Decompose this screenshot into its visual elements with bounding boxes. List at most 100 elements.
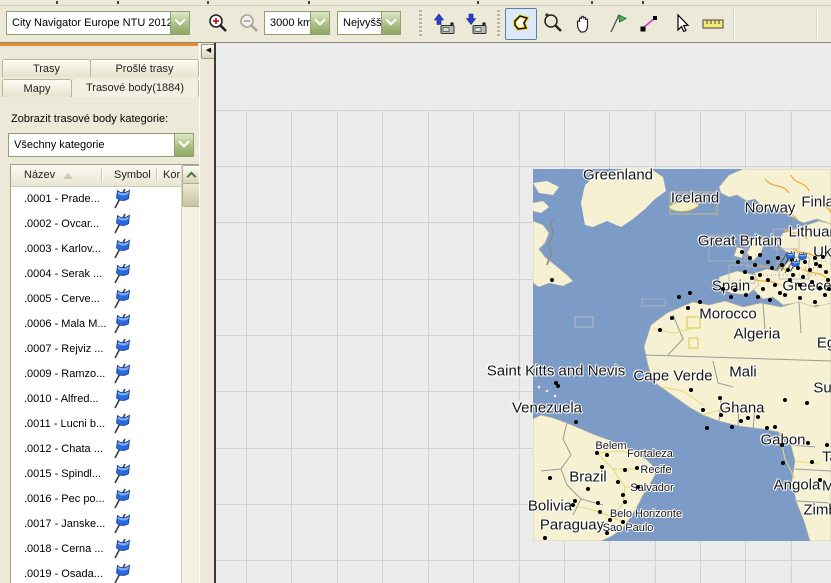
scale-select[interactable]: 3000 km (264, 11, 330, 35)
waypoint-dot[interactable] (788, 278, 792, 282)
waypoint-dot[interactable] (761, 287, 765, 291)
waypoint-dot[interactable] (689, 388, 693, 392)
waypoint-dot[interactable] (805, 401, 809, 405)
waypoint-list[interactable]: Název Symbol Kor .0001 - Prade....0002 -… (10, 164, 200, 583)
tab-trasy[interactable]: Trasy (2, 59, 91, 77)
waypoint-dot[interactable] (810, 280, 814, 284)
waypoint-dot[interactable] (719, 413, 723, 417)
tab-mapy[interactable]: Mapy (2, 79, 72, 97)
waypoint-row[interactable]: .0002 - Ovcar... (11, 211, 180, 236)
list-scrollbar[interactable] (181, 165, 199, 583)
waypoint-dot[interactable] (783, 293, 787, 297)
waypoint-dot[interactable] (548, 476, 552, 480)
receive-from-device-button[interactable] (460, 8, 492, 40)
waypoint-dot[interactable] (813, 300, 817, 304)
waypoint-dot[interactable] (729, 295, 733, 299)
waypoint-dot[interactable] (798, 283, 802, 287)
selection-tool-button[interactable] (665, 8, 697, 40)
sidebar-splitter[interactable]: ◀ (199, 43, 215, 583)
waypoint-dot[interactable] (758, 253, 762, 257)
waypoint-dot[interactable] (808, 268, 812, 272)
waypoint-dot[interactable] (791, 273, 795, 277)
waypoint-dot[interactable] (825, 443, 829, 447)
waypoint-row[interactable]: .0006 - Mala M... (11, 311, 180, 336)
waypoint-dot[interactable] (781, 461, 785, 465)
waypoint-row[interactable]: .0016 - Pec po... (11, 486, 180, 511)
waypoint-dot[interactable] (744, 293, 748, 297)
waypoint-row[interactable]: .0018 - Cerna ... (11, 536, 180, 561)
waypoint-dot[interactable] (698, 300, 702, 304)
waypoint-dot[interactable] (658, 328, 662, 332)
column-symbol[interactable]: Symbol (114, 169, 151, 181)
waypoint-dot[interactable] (778, 291, 782, 295)
waypoint-dot[interactable] (635, 466, 639, 470)
waypoint-dot[interactable] (605, 531, 609, 535)
waypoint-row[interactable]: .0003 - Karlov... (11, 236, 180, 261)
waypoint-dot[interactable] (605, 453, 609, 457)
waypoint-row[interactable]: .0007 - Rejviz ... (11, 336, 180, 361)
waypoint-dot[interactable] (600, 465, 604, 469)
waypoint-row[interactable]: .0010 - Alfred... (11, 386, 180, 411)
map-select-tool-button[interactable] (505, 8, 537, 40)
waypoint-dot[interactable] (688, 291, 692, 295)
column-nazev[interactable]: Název (24, 169, 55, 181)
waypoint-dot[interactable] (801, 275, 805, 279)
waypoint-row[interactable]: .0012 - Chata ... (11, 436, 180, 461)
waypoint-dot[interactable] (765, 426, 769, 430)
waypoint-dot[interactable] (780, 443, 784, 447)
waypoint-dot[interactable] (721, 287, 725, 291)
waypoint-dot[interactable] (701, 408, 705, 412)
waypoint-dot[interactable] (740, 250, 744, 254)
waypoint-dot[interactable] (821, 255, 825, 259)
waypoint-dot[interactable] (827, 287, 831, 291)
waypoint-row[interactable]: .0004 - Serak ... (11, 261, 180, 286)
waypoint-dot[interactable] (739, 419, 743, 423)
zoom-tool-button[interactable] (537, 8, 569, 40)
toolbar-grip[interactable] (419, 10, 422, 38)
waypoint-dot[interactable] (748, 256, 752, 260)
waypoint-dot[interactable] (621, 520, 625, 524)
waypoint-dot[interactable] (806, 441, 810, 445)
scroll-up-button[interactable] (182, 165, 200, 184)
waypoint-dot[interactable] (554, 381, 558, 385)
waypoint-dot[interactable] (758, 273, 762, 277)
chevron-down-icon[interactable] (381, 12, 400, 34)
waypoint-dot[interactable] (596, 501, 600, 505)
waypoint-row[interactable]: .0009 - Ramzo... (11, 361, 180, 386)
blue-flag-icon[interactable] (788, 258, 802, 272)
waypoint-row[interactable]: .0017 - Janske... (11, 511, 180, 536)
pan-tool-button[interactable] (569, 8, 601, 40)
map-product-select[interactable]: City Navigator Europe NTU 2012.3 (6, 11, 190, 35)
detail-select[interactable]: Nejvyšší (337, 11, 401, 35)
waypoint-dot[interactable] (550, 278, 554, 282)
waypoint-dot[interactable] (677, 295, 681, 299)
chevron-down-icon[interactable] (310, 12, 329, 34)
waypoint-dot[interactable] (770, 266, 774, 270)
waypoint-dot[interactable] (743, 270, 747, 274)
waypoint-dot[interactable] (573, 499, 577, 503)
tab-trasove-body[interactable]: Trasové body(1884) (71, 79, 199, 97)
waypoint-row[interactable]: .0001 - Prade... (11, 186, 180, 211)
waypoint-dot[interactable] (823, 293, 827, 297)
waypoint-dot[interactable] (814, 262, 818, 266)
waypoint-dot[interactable] (621, 493, 625, 497)
waypoint-dot[interactable] (813, 256, 817, 260)
waypoint-dot[interactable] (798, 296, 802, 300)
waypoint-dot[interactable] (670, 316, 674, 320)
waypoint-dot[interactable] (818, 478, 822, 482)
waypoint-dot[interactable] (616, 480, 620, 484)
waypoint-tool-button[interactable] (601, 8, 633, 40)
zoom-out-button[interactable] (233, 8, 265, 40)
waypoint-dot[interactable] (623, 468, 627, 472)
waypoint-dot[interactable] (773, 283, 777, 287)
waypoint-dot[interactable] (598, 510, 602, 514)
waypoint-dot[interactable] (733, 288, 737, 292)
waypoint-dot[interactable] (776, 256, 780, 260)
column-separator[interactable] (156, 168, 158, 182)
send-to-device-button[interactable] (428, 8, 460, 40)
waypoint-dot[interactable] (756, 415, 760, 419)
waypoint-dot[interactable] (818, 286, 822, 290)
tab-prosle-trasy[interactable]: Prošlé trasy (90, 59, 199, 77)
map-viewport[interactable]: GreenlandIcelandNorwayFinlandGreat Brita… (533, 169, 831, 541)
waypoint-dot[interactable] (718, 396, 722, 400)
